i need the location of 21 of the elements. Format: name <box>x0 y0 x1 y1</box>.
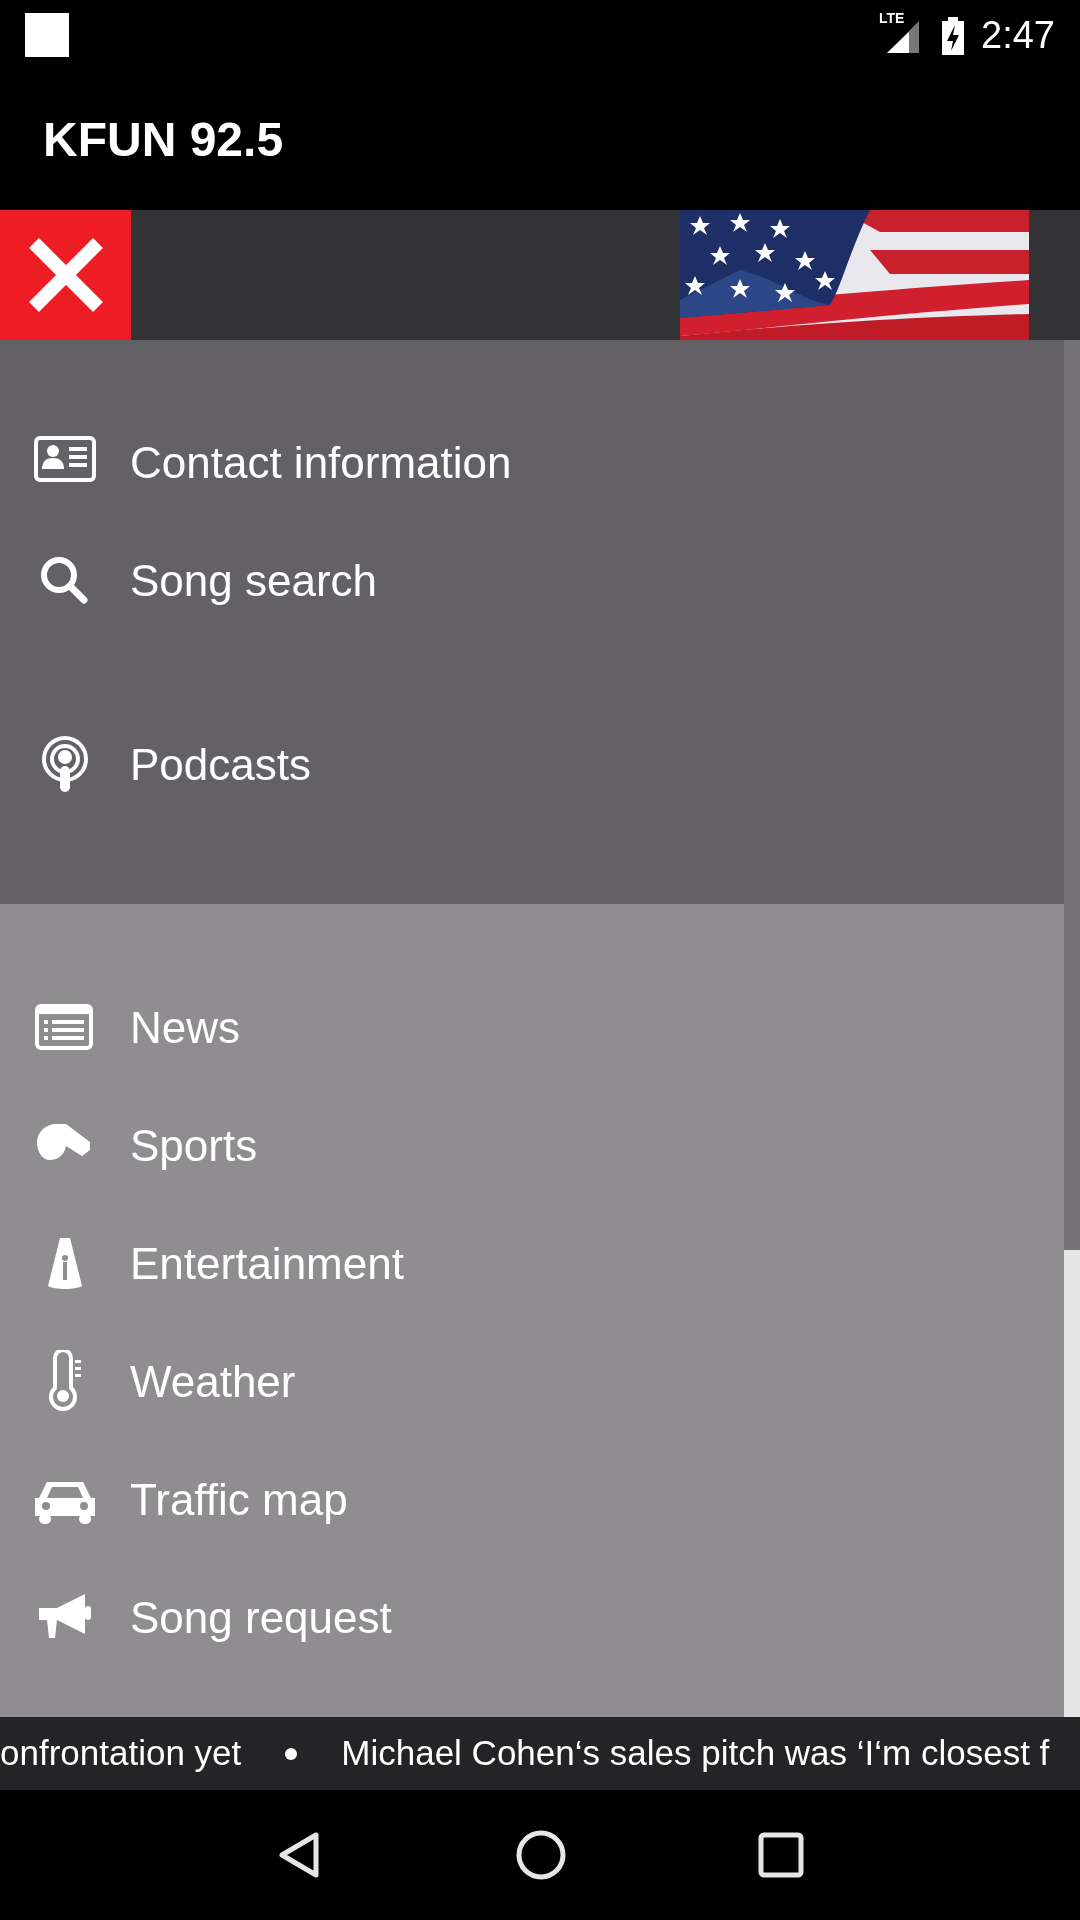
menu-item[interactable]: Song search <box>0 522 1064 640</box>
bullet-icon <box>285 1747 298 1760</box>
ticker-headline[interactable]: onfrontation yet <box>0 1727 242 1780</box>
ticker-headline[interactable]: Michael Cohen‘s sales pitch was ‘I‘m closest f <box>341 1727 1050 1780</box>
menu-item[interactable]: Podcasts <box>0 706 1064 824</box>
home-icon[interactable] <box>515 1829 567 1881</box>
menu-item[interactable]: Song request <box>0 1559 1064 1677</box>
notification-icon <box>25 13 69 57</box>
app-title: KFUN 92.5 <box>43 112 284 168</box>
menu-item[interactable]: Traffic map <box>0 1441 1064 1559</box>
close-button[interactable] <box>0 210 131 340</box>
menu-item[interactable]: Weather <box>0 1323 1064 1441</box>
battery-charging-icon <box>941 15 966 55</box>
network-label: LTE <box>879 11 905 25</box>
menu-item[interactable]: Entertainment <box>0 1205 1064 1323</box>
menu-item[interactable]: Contact information <box>0 404 1064 522</box>
menu-item[interactable]: News <box>0 969 1064 1087</box>
status-time: 2:47 <box>981 16 1055 54</box>
scrollbar-thumb[interactable] <box>1064 340 1080 1250</box>
recents-icon[interactable] <box>758 1832 805 1878</box>
menu-item[interactable]: Sports <box>0 1087 1064 1205</box>
